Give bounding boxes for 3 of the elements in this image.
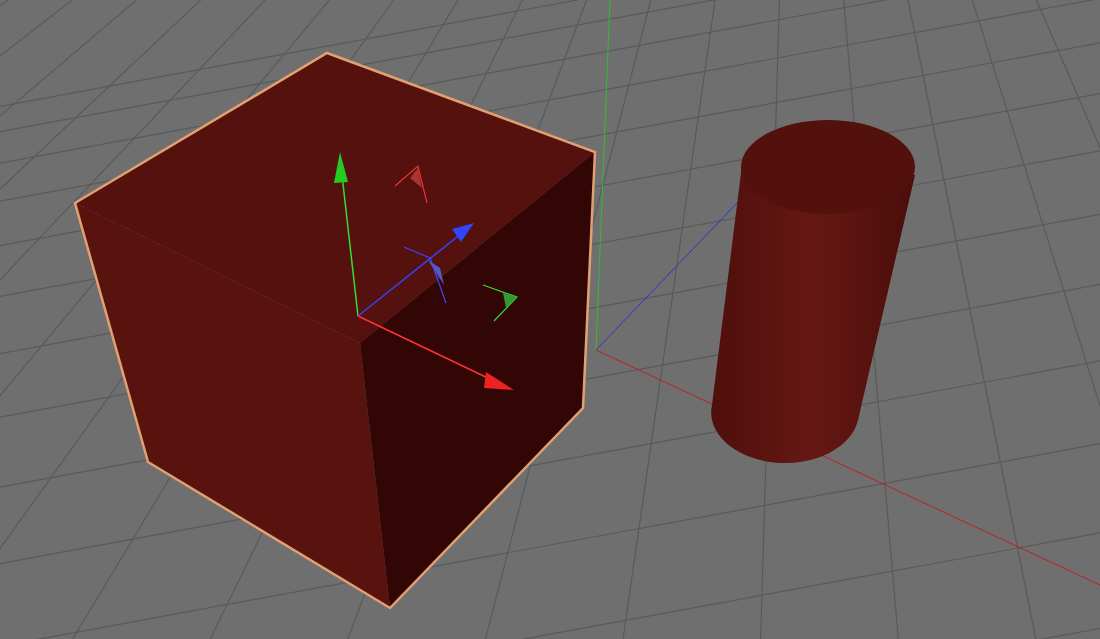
cylinder-object[interactable] [711,120,915,463]
move-gizmo-drawing[interactable] [334,152,519,390]
cube-object[interactable] [73,51,597,610]
